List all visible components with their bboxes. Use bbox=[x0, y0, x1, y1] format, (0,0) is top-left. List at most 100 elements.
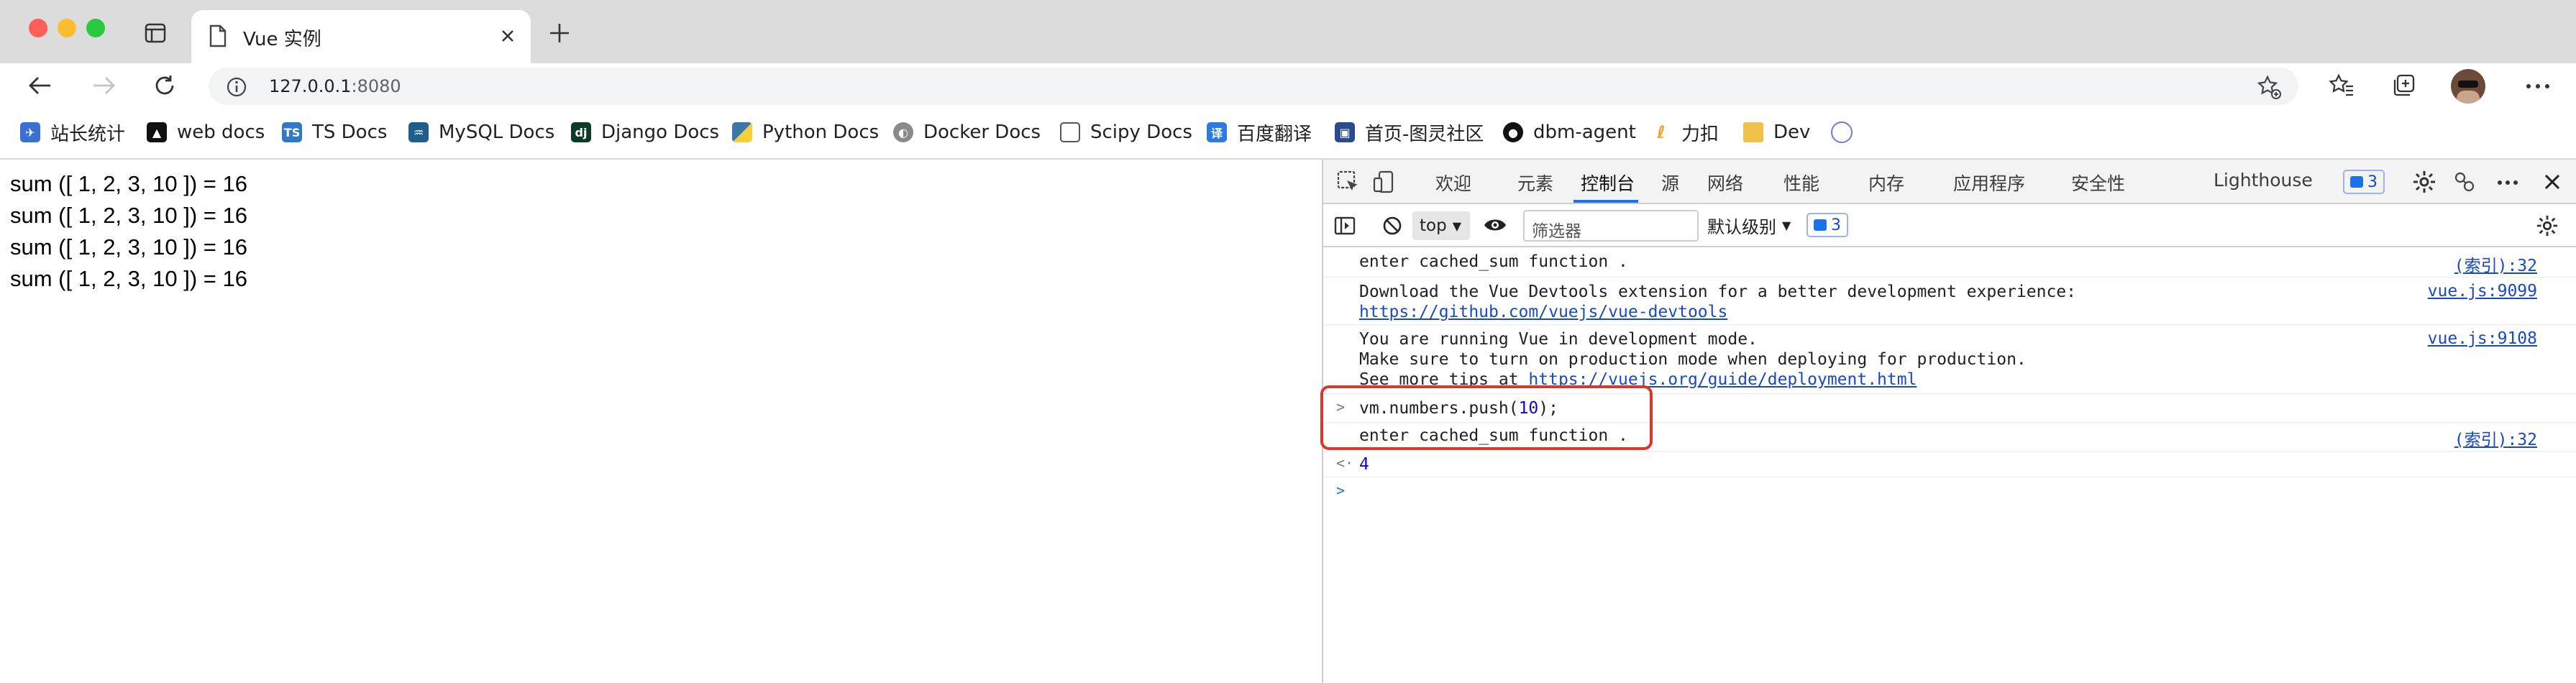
issues-count: 3 bbox=[2367, 173, 2378, 191]
tab-performance[interactable]: 性能 bbox=[1783, 170, 1819, 196]
bookmark-label: dbm-agent bbox=[1533, 122, 1636, 143]
message-link[interactable]: https://github.com/vuejs/vue-devtools bbox=[1359, 302, 1727, 322]
more-tools-icon[interactable] bbox=[2497, 180, 2518, 185]
back-icon[interactable] bbox=[27, 73, 53, 98]
sum-line: sum ([ 1, 2, 3, 10 ]) = 16 bbox=[10, 234, 247, 260]
more-options-icon[interactable] bbox=[2526, 83, 2550, 89]
close-window-button[interactable] bbox=[29, 19, 47, 37]
bookmark-dbm-agent[interactable]: ● dbm-agent bbox=[1503, 118, 1636, 147]
profile-avatar[interactable] bbox=[2451, 69, 2485, 104]
minimize-window-button[interactable] bbox=[58, 19, 76, 37]
tab-network[interactable]: 网络 bbox=[1707, 170, 1743, 196]
sum-line: sum ([ 1, 2, 3, 10 ]) = 16 bbox=[10, 171, 247, 196]
maximize-window-button[interactable] bbox=[86, 19, 105, 37]
sum-line: sum ([ 1, 2, 3, 10 ]) = 16 bbox=[10, 203, 247, 228]
bookmark-label: Python Docs bbox=[762, 122, 880, 143]
console-prompt[interactable]: > bbox=[1323, 477, 2576, 506]
console-issues-badge[interactable]: 3 bbox=[1807, 213, 1848, 237]
bookmark-label: 力扣 bbox=[1681, 123, 1719, 145]
add-favorite-icon[interactable] bbox=[2257, 75, 2281, 99]
tab-title: Vue 实例 bbox=[243, 29, 321, 50]
tab-security[interactable]: 安全性 bbox=[2071, 170, 2125, 196]
docker-icon: ◐ bbox=[893, 122, 913, 142]
device-toolbar-icon[interactable] bbox=[1372, 170, 1397, 194]
bookmark-label: 百度翻译 bbox=[1237, 123, 1312, 145]
message-text: enter cached_sum function . bbox=[1359, 252, 1628, 271]
site-info-icon[interactable] bbox=[226, 76, 247, 98]
tab-memory[interactable]: 内存 bbox=[1868, 170, 1904, 196]
console-issues-count: 3 bbox=[1831, 216, 1841, 234]
source-link[interactable]: vue.js:9099 bbox=[2428, 282, 2537, 301]
bookmark-label: Django Docs bbox=[601, 122, 720, 143]
console-settings-icon[interactable] bbox=[2536, 214, 2559, 237]
sum-line: sum ([ 1, 2, 3, 10 ]) = 16 bbox=[10, 266, 247, 291]
console-message: You are running Vue in development mode.… bbox=[1323, 325, 2576, 394]
message-text: Download the Vue Devtools extension for … bbox=[1359, 283, 2076, 301]
tab-lighthouse[interactable]: Lighthouse bbox=[2214, 170, 2313, 191]
context-value: top bbox=[1420, 216, 1447, 235]
toolbar: 127.0.0.1:8080 bbox=[0, 63, 2576, 108]
bookmark-docker-docs[interactable]: ◐ Docker Docs bbox=[893, 118, 1041, 147]
tab-vue-instance[interactable]: Vue 实例 bbox=[191, 10, 531, 65]
live-expression-eye-icon[interactable] bbox=[1483, 216, 1507, 234]
favorites-icon[interactable] bbox=[2329, 73, 2355, 98]
github-icon: ● bbox=[1503, 122, 1523, 142]
bookmark-dev-folder[interactable]: Dev bbox=[1743, 118, 1810, 147]
address-text: 127.0.0.1:8080 bbox=[269, 76, 401, 96]
bookmark-label: TS Docs bbox=[312, 122, 388, 143]
address-bar[interactable]: 127.0.0.1:8080 bbox=[209, 68, 2298, 105]
address-port: :8080 bbox=[351, 76, 401, 96]
inspect-element-icon[interactable] bbox=[1336, 170, 1361, 194]
log-level-dropdown[interactable]: 默认级别 ▼ bbox=[1707, 213, 1791, 238]
clear-console-icon[interactable] bbox=[1381, 214, 1404, 237]
bookmark-scipy-docs[interactable]: Scipy Docs bbox=[1060, 118, 1192, 147]
close-devtools-icon[interactable] bbox=[2543, 173, 2562, 191]
source-link[interactable]: vue.js:9108 bbox=[2428, 329, 2537, 348]
bookmark-extra[interactable] bbox=[1831, 118, 1853, 147]
sidebar-toggle-icon[interactable] bbox=[1333, 214, 1356, 237]
log-level-label: 默认级别 bbox=[1707, 217, 1776, 237]
bookmark-python-docs[interactable]: Python Docs bbox=[732, 118, 879, 147]
bookmark-baidu-translate[interactable]: 译百度翻译 bbox=[1207, 118, 1312, 147]
collections-icon[interactable] bbox=[2392, 73, 2416, 98]
bookmark-leetcode[interactable]: ℓ 力扣 bbox=[1651, 118, 1719, 147]
bookmark-ts-docs[interactable]: TS TS Docs bbox=[282, 118, 387, 147]
tab-elements[interactable]: 元素 bbox=[1517, 170, 1553, 196]
context-selector[interactable]: top ▼ bbox=[1412, 211, 1470, 240]
tab-actions-icon[interactable] bbox=[144, 22, 167, 45]
tab-sources[interactable]: 源 bbox=[1661, 170, 1679, 196]
browser-window: Vue 实例 127.0.0.1:8080 ✈ 站长统计 ▲ web docs … bbox=[0, 0, 2576, 683]
console-message: enter cached_sum function . (索引):32 bbox=[1323, 249, 2576, 278]
reload-icon[interactable] bbox=[152, 73, 177, 98]
devtools-tab-bar: 欢迎 元素 控制台 源 网络 性能 内存 应用程序 安全性 Lighthouse… bbox=[1323, 160, 2576, 204]
bookmark-django-docs[interactable]: dj Django Docs bbox=[571, 118, 719, 147]
settings-icon[interactable] bbox=[2412, 170, 2436, 194]
message-text: Make sure to turn on production mode whe… bbox=[1359, 350, 2027, 369]
tab-application[interactable]: 应用程序 bbox=[1953, 170, 2025, 196]
result-value: 4 bbox=[1359, 455, 1369, 474]
customize-icon[interactable] bbox=[2452, 170, 2477, 194]
forward-icon[interactable] bbox=[91, 73, 117, 98]
bookmark-turing[interactable]: ▣ 首页-图灵社区 bbox=[1335, 118, 1484, 147]
filter-placeholder: 筛选器 bbox=[1532, 222, 1581, 241]
tab-welcome[interactable]: 欢迎 bbox=[1435, 170, 1471, 196]
close-tab-icon[interactable] bbox=[499, 27, 516, 45]
bookmark-web-docs[interactable]: ▲ web docs bbox=[147, 118, 265, 147]
issues-badge[interactable]: 3 bbox=[2343, 170, 2385, 194]
baidu-translate-icon: 译 bbox=[1207, 122, 1227, 142]
address-host: 127.0.0.1 bbox=[269, 76, 352, 96]
console-output: enter cached_sum function . (索引):32 Down… bbox=[1320, 249, 2576, 683]
bookmark-label: web docs bbox=[177, 122, 265, 143]
filter-input[interactable]: 筛选器 bbox=[1523, 210, 1699, 242]
console-result: <· 4 bbox=[1323, 451, 2576, 477]
bookmark-mysql-docs[interactable]: ♒ MySQL Docs bbox=[408, 118, 554, 147]
typescript-icon: TS bbox=[282, 122, 302, 142]
source-link[interactable]: (索引):32 bbox=[2454, 426, 2537, 450]
source-link[interactable]: (索引):32 bbox=[2454, 252, 2537, 276]
tab-console[interactable]: 控制台 bbox=[1581, 170, 1635, 196]
active-tab-indicator bbox=[1574, 200, 1638, 203]
new-tab-icon[interactable] bbox=[548, 22, 571, 45]
bookmark-site-stats[interactable]: ✈ 站长统计 bbox=[20, 118, 125, 147]
app-icon bbox=[1831, 122, 1853, 143]
bookmark-label: Scipy Docs bbox=[1090, 122, 1192, 143]
